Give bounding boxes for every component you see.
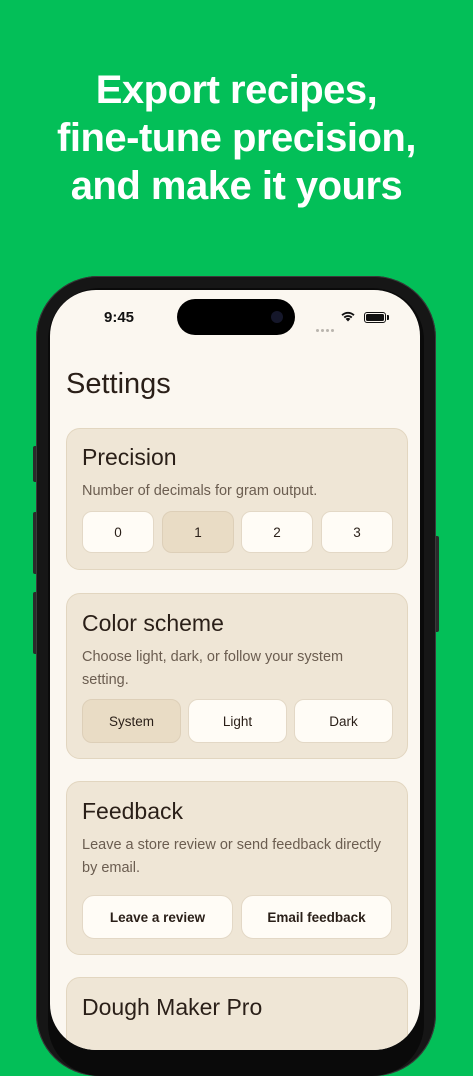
feedback-card: Feedback Leave a store review or send fe… [66, 781, 408, 955]
precision-card: Precision Number of decimals for gram ou… [66, 428, 408, 570]
headline-line-1: Export recipes, [95, 68, 378, 112]
precision-option-1[interactable]: 1 [162, 511, 234, 553]
email-feedback-button[interactable]: Email feedback [241, 895, 392, 939]
precision-description: Number of decimals for gram output. [82, 483, 318, 499]
phone-screen: 9:45 Settings Precision Number of decima… [50, 290, 420, 1050]
leave-review-button[interactable]: Leave a review [82, 895, 233, 939]
color-scheme-description: Choose light, dark, or follow your syste… [82, 649, 344, 688]
headline-line-2: fine-tune precision, [57, 116, 416, 160]
color-scheme-option-system[interactable]: System [82, 699, 181, 743]
status-time: 9:45 [103, 309, 135, 326]
marketing-headline: Export recipes, fine-tune precision, and… [0, 66, 473, 210]
dynamic-island [177, 299, 295, 335]
precision-option-3[interactable]: 3 [321, 511, 393, 553]
camera-icon [271, 311, 283, 323]
battery-icon [364, 312, 389, 323]
wifi-icon [341, 311, 355, 322]
precision-option-2[interactable]: 2 [241, 511, 313, 553]
page-title: Settings [66, 368, 171, 400]
pro-card: Dough Maker Pro [66, 977, 408, 1050]
color-scheme-option-light[interactable]: Light [188, 699, 287, 743]
feedback-title: Feedback [82, 798, 184, 824]
color-scheme-title: Color scheme [82, 610, 224, 636]
precision-option-0[interactable]: 0 [82, 511, 154, 553]
color-scheme-option-dark[interactable]: Dark [294, 699, 393, 743]
feedback-description: Leave a store review or send feedback di… [82, 837, 382, 876]
signal-dots-icon [316, 319, 336, 337]
pro-title: Dough Maker Pro [82, 994, 263, 1020]
precision-title: Precision [82, 444, 177, 470]
headline-line-3: and make it yours [70, 164, 403, 208]
color-scheme-card: Color scheme Choose light, dark, or foll… [66, 593, 408, 759]
